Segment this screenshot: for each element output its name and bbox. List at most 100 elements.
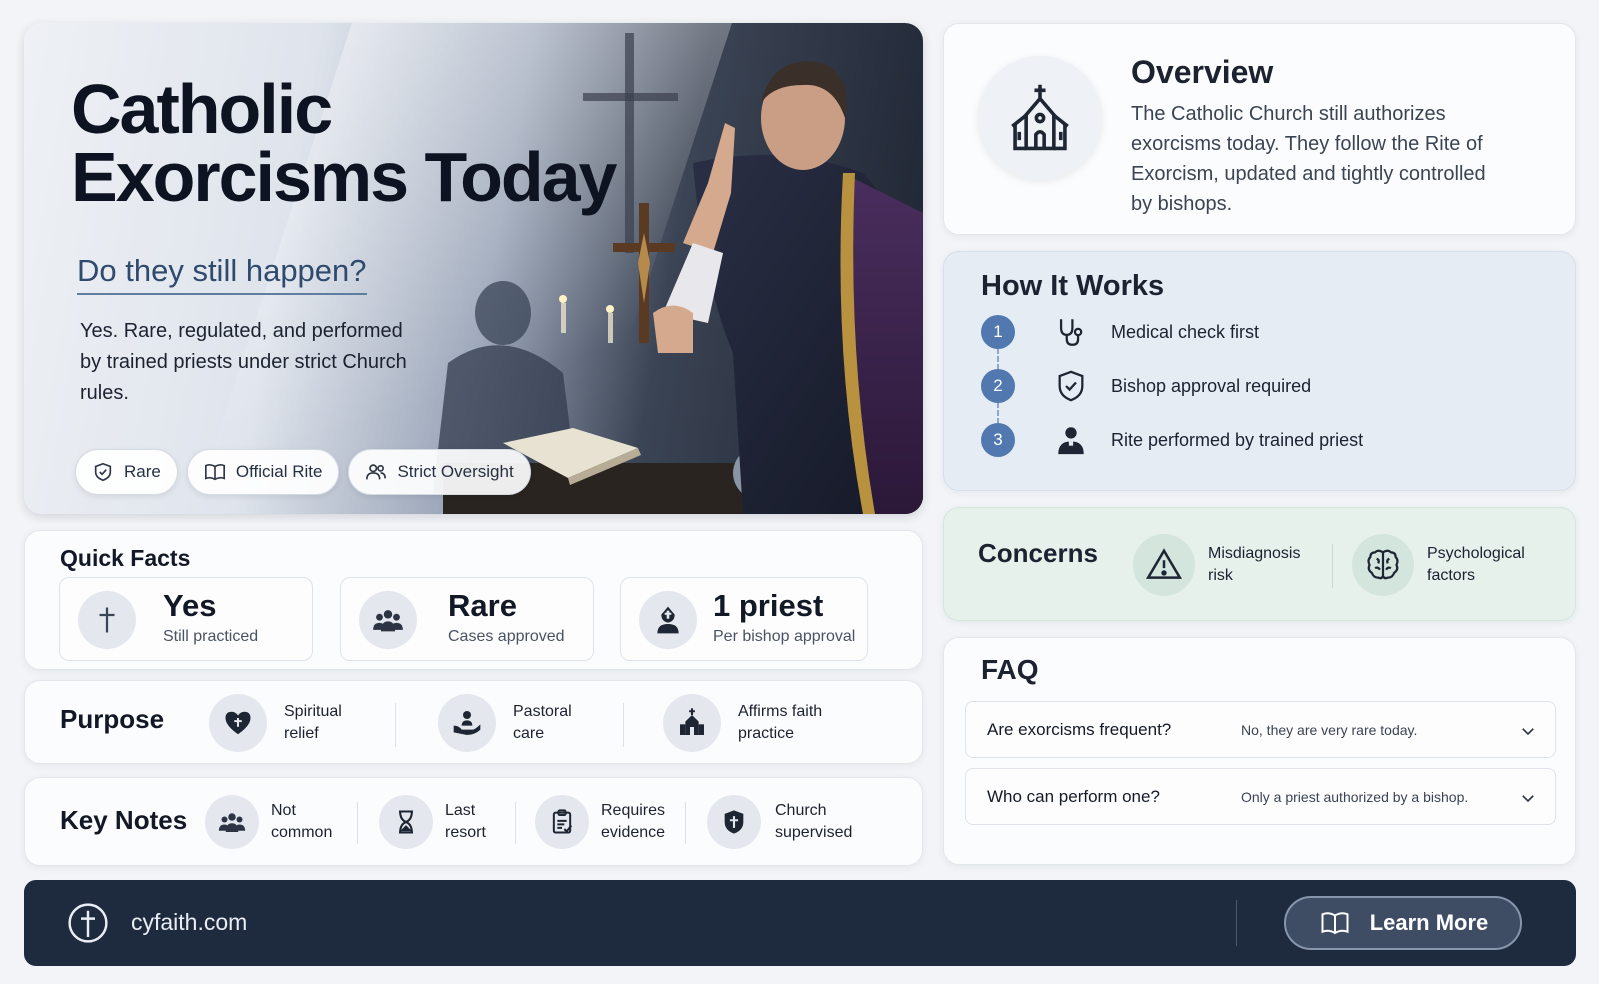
- step-number: 2: [981, 369, 1015, 403]
- hero-title-line1: Catholic: [71, 70, 333, 148]
- how-it-works-title: How It Works: [981, 270, 1165, 302]
- step-connector: [997, 348, 999, 370]
- fact-value: 1 priest: [713, 588, 824, 623]
- divider: [623, 703, 624, 747]
- key-notes-title: Key Notes: [60, 805, 188, 835]
- hero-subtitle: Do they still happen?: [77, 253, 367, 295]
- key-note-label-2: common: [271, 824, 333, 841]
- step-text: Medical check first: [1111, 321, 1260, 342]
- faq-item[interactable]: Are exorcisms frequent? No, they are ver…: [965, 701, 1556, 758]
- divider: [1332, 544, 1333, 588]
- key-note-label-2: resort: [445, 824, 486, 841]
- faq-answer: No, they are very rare today.: [1241, 722, 1418, 738]
- concern-label-2: factors: [1427, 567, 1476, 584]
- warning-icon: [1145, 548, 1183, 579]
- site-link[interactable]: cyfaith.com: [131, 909, 247, 936]
- learn-more-button[interactable]: Learn More: [1284, 896, 1522, 950]
- cross-circle-icon: [68, 903, 108, 943]
- faq-card: FAQ Are exorcisms frequent? No, they are…: [943, 637, 1576, 865]
- purpose-label-2: practice: [738, 725, 795, 742]
- faq-question: Who can perform one?: [987, 787, 1160, 806]
- fact-per-bishop: 1 priest Per bishop approval: [620, 577, 868, 661]
- fact-caption: Cases approved: [448, 628, 565, 645]
- footer-bar: cyfaith.com Learn More: [24, 880, 1576, 966]
- key-note-item: Church supervised: [707, 795, 875, 849]
- fact-cases-approved: Rare Cases approved: [340, 577, 594, 661]
- people-icon: [366, 464, 387, 480]
- church-icon: [680, 708, 704, 735]
- tag-rare[interactable]: Rare: [75, 449, 178, 495]
- tag-label: Strict Oversight: [397, 462, 514, 481]
- overview-icon-wrap: [978, 56, 1102, 180]
- overview-card: Overview The Catholic Church still autho…: [943, 23, 1576, 235]
- hero-title: Catholic Exorcisms Today: [71, 74, 631, 212]
- chevron-down-icon[interactable]: [1519, 722, 1537, 740]
- divider: [357, 802, 358, 844]
- step-text: Rite performed by trained priest: [1111, 429, 1364, 450]
- overview-text: The Catholic Church still authorizes exo…: [1131, 103, 1486, 215]
- quick-facts-title: Quick Facts: [60, 545, 191, 571]
- key-note-label-2: evidence: [601, 824, 666, 841]
- shield-check-icon: [94, 462, 112, 482]
- step-number: 1: [981, 315, 1015, 349]
- purpose-item: Spiritual relief: [209, 694, 394, 752]
- hero-title-line2: Exorcisms Today: [71, 138, 617, 216]
- concerns-title: Concerns: [978, 538, 1098, 568]
- step-text: Bishop approval required: [1111, 375, 1312, 396]
- purpose-label-2: relief: [284, 725, 319, 742]
- fact-value: Rare: [448, 588, 517, 623]
- purpose-label-1: Pastoral: [513, 703, 572, 720]
- fact-caption: Still practiced: [163, 628, 259, 645]
- purpose-item: Affirms faith practice: [663, 694, 848, 752]
- group-icon: [373, 610, 403, 632]
- key-note-label-1: Last: [445, 802, 476, 819]
- key-note-label-1: Requires: [601, 802, 666, 819]
- fact-caption: Per bishop approval: [713, 628, 856, 645]
- group-icon: [218, 813, 246, 832]
- concern-label-2: risk: [1208, 567, 1233, 584]
- tag-label: Rare: [124, 462, 161, 481]
- tag-strict-oversight[interactable]: Strict Oversight: [348, 449, 531, 495]
- cross-icon: [99, 607, 115, 633]
- hourglass-icon: [399, 810, 413, 834]
- tag-official-rite[interactable]: Official Rite: [186, 449, 340, 495]
- purpose-item: Pastoral care: [438, 694, 623, 752]
- shield-check-icon: [1058, 370, 1084, 402]
- concern-label-1: Psychological: [1427, 545, 1525, 562]
- step-3: 3 Rite performed by trained priest: [981, 422, 1363, 458]
- key-note-label-1: Church: [775, 802, 827, 819]
- key-notes-card: Key Notes Not common Last resort Requires e…: [24, 777, 923, 866]
- step-connector: [997, 402, 999, 424]
- tag-label: Official Rite: [235, 462, 323, 481]
- church-icon: [1011, 84, 1069, 151]
- faq-title: FAQ: [981, 654, 1039, 685]
- key-note-item: Requires evidence: [535, 795, 691, 849]
- concern-item: Psychological factors: [1352, 534, 1537, 596]
- brain-icon: [1367, 549, 1399, 580]
- faq-answer: Only a priest authorized by a bishop.: [1241, 789, 1469, 805]
- overview-title: Overview: [1131, 54, 1274, 90]
- divider: [395, 703, 396, 747]
- how-it-works-card: How It Works 1 Medical check first 2 Bis…: [943, 251, 1576, 491]
- footer-divider: [1236, 900, 1237, 946]
- hero-tags: Rare Official Rite Strict Oversight: [75, 449, 531, 495]
- priest-icon: [1058, 427, 1084, 455]
- concerns-card: Concerns Misdiagnosis risk Psychological f…: [943, 507, 1576, 621]
- stethoscope-icon: [1059, 319, 1083, 346]
- key-note-label-2: supervised: [775, 824, 853, 841]
- quick-facts-card: Quick Facts Yes Still practiced Rare Cas…: [24, 530, 923, 670]
- bishop-icon: [657, 606, 679, 634]
- divider: [515, 802, 516, 844]
- learn-more-label: Learn More: [1369, 910, 1489, 935]
- purpose-label-2: care: [513, 725, 545, 742]
- concern-label-1: Misdiagnosis: [1208, 545, 1301, 562]
- chevron-down-icon[interactable]: [1519, 789, 1537, 807]
- step-number: 3: [981, 423, 1015, 457]
- shield-cross-icon: [724, 810, 744, 834]
- faq-item[interactable]: Who can perform one? Only a priest autho…: [965, 768, 1556, 825]
- purpose-label-1: Affirms faith: [738, 703, 823, 720]
- purpose-title: Purpose: [60, 704, 165, 734]
- step-1: 1 Medical check first: [981, 314, 1259, 350]
- key-note-item: Last resort: [379, 795, 525, 849]
- purpose-card: Purpose Spiritual relief Pastoral care Aff…: [24, 680, 923, 764]
